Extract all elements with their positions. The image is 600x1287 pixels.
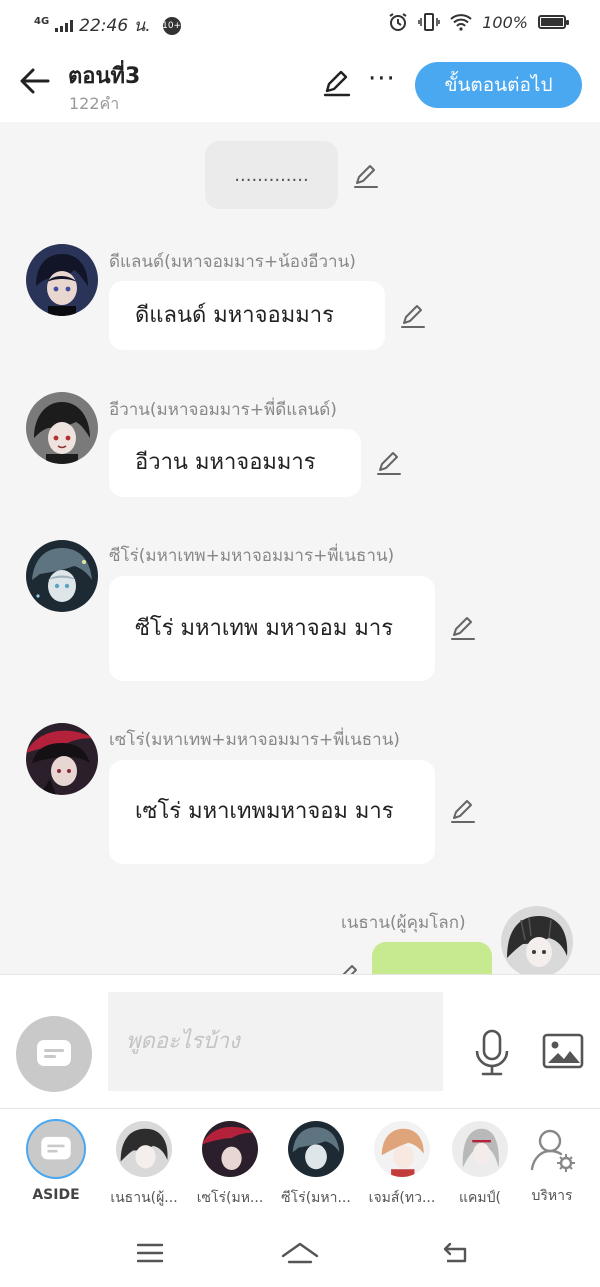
character-label: เนธาน(ผู้...	[110, 1190, 178, 1206]
character-label: เจมส์(ทว...	[368, 1190, 436, 1206]
system-nav-bar	[0, 1218, 600, 1287]
status-left: 4G 22:46 น. 10+	[34, 12, 181, 39]
message-sender-name: เนธาน(ผู้คุมโลก)	[341, 913, 466, 933]
message-sender-name: ดีแลนด์(มหาจอมมาร+น้องอีวาน)	[109, 252, 356, 272]
character-avatar	[288, 1121, 344, 1177]
message-sender-name: ซีโร่(มหาเทพ+มหาจอมมาร+พี่เนธาน)	[109, 546, 395, 566]
message-composer	[0, 974, 600, 1108]
back-arrow-icon[interactable]	[18, 64, 52, 98]
aside-toggle-button[interactable]	[16, 1016, 92, 1092]
message-bubble[interactable]: อีวาน มหาจอมมาร	[109, 429, 361, 497]
narration-bubble[interactable]: .............	[205, 141, 338, 209]
network-type: 4G	[34, 15, 50, 27]
status-time: 22:46 น.	[79, 16, 151, 36]
edit-message-icon[interactable]	[375, 449, 403, 477]
notification-badge: 10+	[162, 16, 181, 35]
home-icon[interactable]	[280, 1238, 320, 1268]
character-zero[interactable]: ซีโร่(มหา...	[276, 1121, 356, 1209]
back-nav-icon[interactable]	[441, 1238, 471, 1268]
message-sender-name: อีวาน(มหาจอมมาร+พี่ดีแลนด์)	[109, 400, 337, 420]
battery-percent: 100%	[482, 12, 528, 32]
character-aside[interactable]: ASIDE	[16, 1119, 96, 1203]
character-selector: ASIDE เนธาน(ผู้... เซโร่(มห... ซีโร่(มหา…	[0, 1108, 600, 1218]
message-sender-name: เซโร่(มหาเทพ+มหาจอมมาร+พี่เนธาน)	[109, 730, 400, 750]
signal-icon	[55, 19, 74, 32]
menu-icon[interactable]	[135, 1238, 165, 1268]
character-nathan[interactable]: เนธาน(ผู้...	[104, 1121, 184, 1209]
avatar-nathan[interactable]	[501, 906, 573, 974]
character-avatar	[452, 1121, 508, 1177]
avatar-ivan[interactable]	[26, 392, 98, 464]
character-avatar	[374, 1121, 430, 1177]
vibrate-icon	[418, 13, 440, 31]
next-step-button[interactable]: ขั้นตอนต่อไป	[415, 62, 582, 108]
wifi-icon	[450, 14, 472, 31]
avatar-zero[interactable]	[26, 540, 98, 612]
aside-icon	[26, 1119, 86, 1179]
more-options-button[interactable]: ···	[368, 66, 396, 92]
top-bar: ตอนที่3 122คำ ··· ขั้นตอนต่อไป	[0, 46, 600, 122]
message-input[interactable]	[108, 992, 443, 1091]
manage-characters-button[interactable]: บริหาร	[512, 1121, 592, 1207]
edit-message-icon[interactable]	[449, 797, 477, 825]
character-camp[interactable]: แคมป์(	[440, 1121, 520, 1209]
character-label: บริหาร	[531, 1188, 573, 1204]
episode-title: ตอนที่3	[68, 64, 141, 89]
user-settings-icon	[530, 1129, 575, 1172]
character-avatar	[116, 1121, 172, 1177]
message-bubble[interactable]: ซีโร่ มหาเทพ มหาจอม มาร	[109, 576, 435, 681]
status-right: 100%	[388, 12, 569, 32]
own-message-bubble[interactable]	[372, 942, 492, 974]
edit-message-icon[interactable]	[334, 962, 362, 974]
avatar-dylan[interactable]	[26, 244, 98, 316]
character-label: ซีโร่(มหา...	[281, 1190, 351, 1206]
message-bubble[interactable]: เซโร่ มหาเทพมหาจอม มาร	[109, 760, 435, 864]
image-icon[interactable]	[542, 1033, 584, 1069]
alarm-icon	[389, 13, 407, 31]
edit-narration-icon[interactable]	[352, 162, 380, 190]
edit-message-icon[interactable]	[449, 614, 477, 642]
aside-icon	[37, 1040, 71, 1066]
character-james[interactable]: เจมส์(ทว...	[362, 1121, 442, 1209]
character-avatar	[202, 1121, 258, 1177]
status-bar: 4G 22:46 น. 10+ 100%	[0, 0, 600, 46]
edit-message-icon[interactable]	[399, 302, 427, 330]
edit-title-icon[interactable]	[322, 68, 352, 98]
character-label: เซโร่(มห...	[196, 1190, 264, 1206]
character-label: แคมป์(	[459, 1190, 501, 1206]
microphone-icon[interactable]	[473, 1029, 511, 1077]
word-count: 122คำ	[69, 94, 120, 113]
message-bubble[interactable]: ดีแลนด์ มหาจอมมาร	[109, 281, 385, 350]
chat-area[interactable]: ............. ดีแลนด์(มหาจอมมาร+น้องอีวา…	[0, 122, 600, 974]
battery-icon	[538, 15, 569, 29]
avatar-sero[interactable]	[26, 723, 98, 795]
character-label: ASIDE	[32, 1187, 80, 1203]
character-sero[interactable]: เซโร่(มห...	[190, 1121, 270, 1209]
